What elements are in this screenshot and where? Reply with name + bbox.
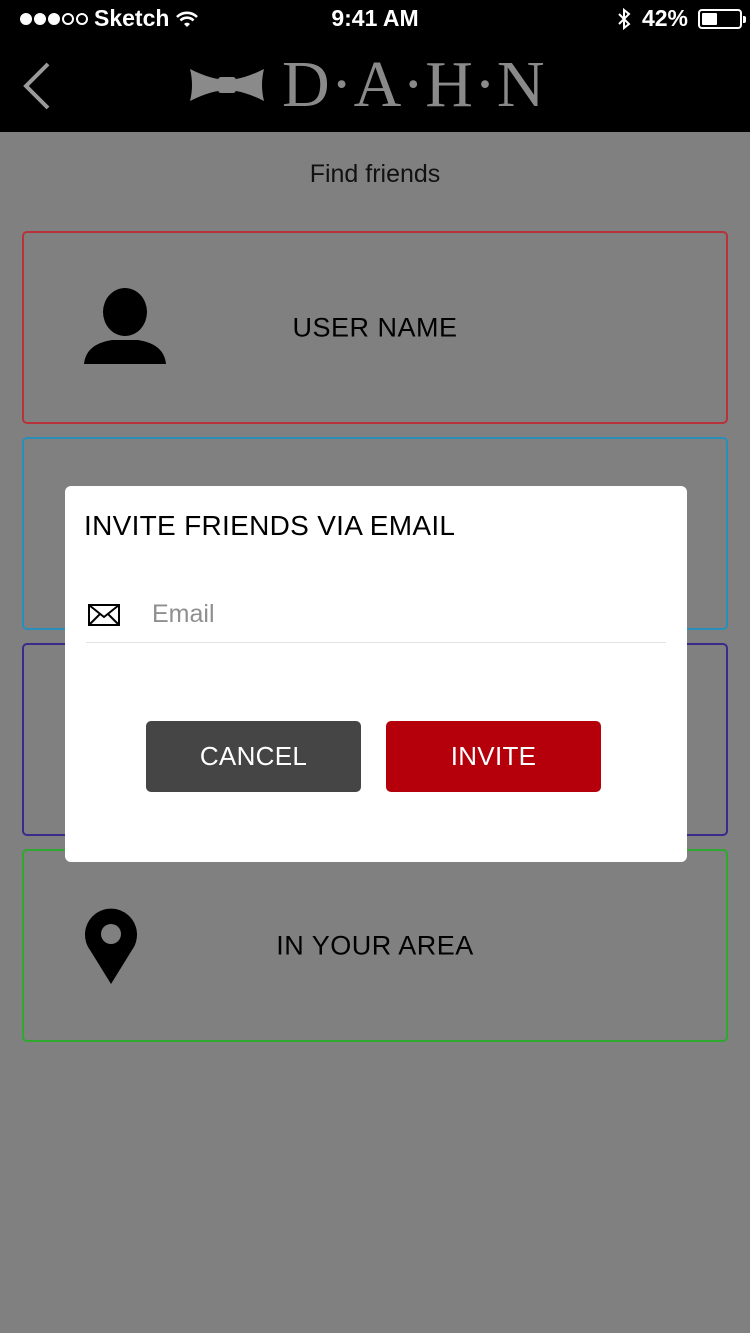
- envelope-icon: [88, 604, 120, 626]
- email-input[interactable]: [152, 594, 652, 634]
- page-title: Find friends: [309, 160, 441, 188]
- email-field: [86, 582, 666, 643]
- back-button[interactable]: [18, 60, 58, 112]
- cancel-button[interactable]: CANCEL: [146, 721, 361, 792]
- status-bar-right: 42%: [616, 5, 746, 32]
- find-by-username-card[interactable]: USER NAME: [22, 231, 728, 424]
- bluetooth-icon: [618, 7, 631, 30]
- invite-email-dialog: INVITE FRIENDS VIA EMAIL CANCEL INVITE: [65, 486, 687, 862]
- battery-icon: [698, 8, 746, 29]
- invite-button[interactable]: INVITE: [386, 721, 601, 792]
- navigation-bar: D·A·H·N: [0, 38, 750, 132]
- card-label: IN YOUR AREA: [276, 930, 474, 960]
- card-label: USER NAME: [292, 312, 458, 342]
- bow-tie-icon: [190, 69, 264, 101]
- find-in-your-area-card[interactable]: IN YOUR AREA: [22, 849, 728, 1042]
- app-logo: D·A·H·N: [188, 52, 546, 118]
- chevron-left-icon: [23, 62, 50, 110]
- logo-wordmark: D·A·H·N: [282, 48, 546, 121]
- battery-fill: [702, 12, 718, 25]
- battery-percent: 42%: [641, 5, 688, 31]
- status-bar: Sketch 9:41 AM 42%: [0, 0, 750, 38]
- dialog-title: INVITE FRIENDS VIA EMAIL: [84, 510, 456, 541]
